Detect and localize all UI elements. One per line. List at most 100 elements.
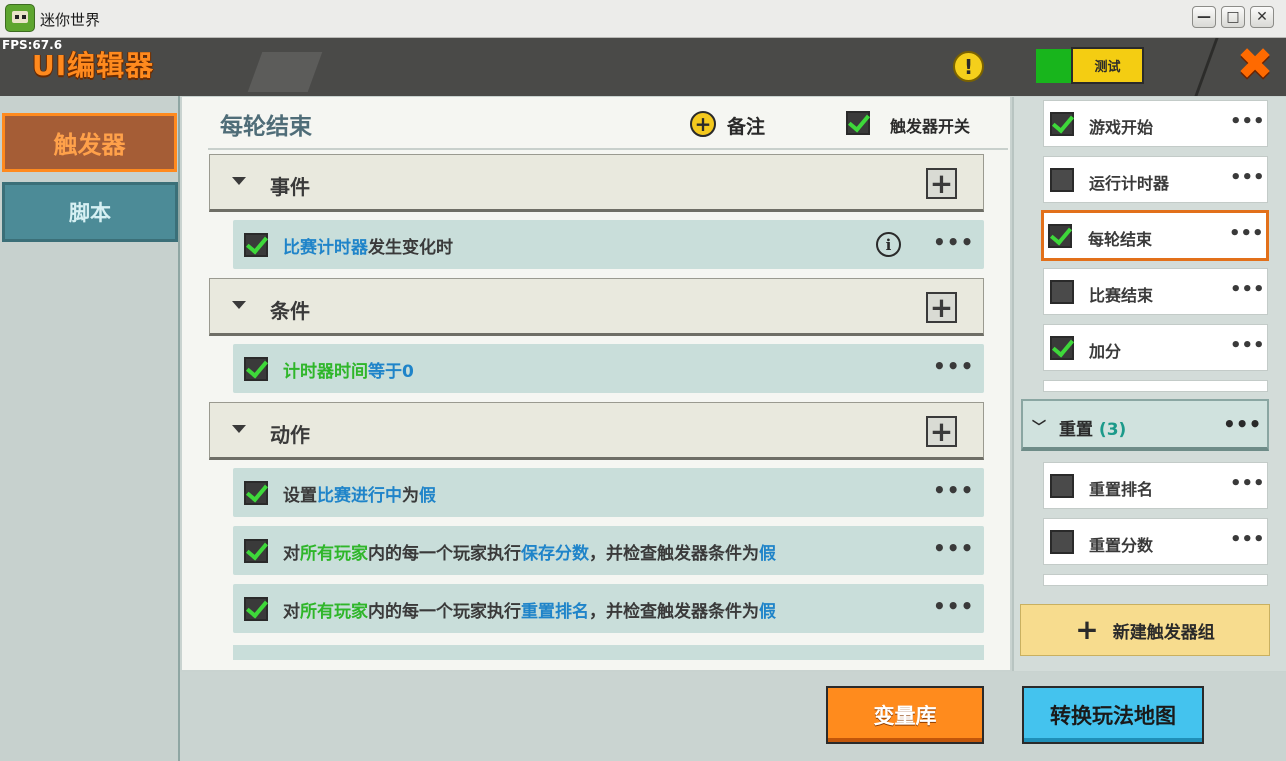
param-token[interactable]: 假 — [759, 544, 776, 564]
param-token[interactable]: 重置排名 — [521, 602, 589, 622]
section-label: 动作 — [270, 423, 310, 447]
trigger-list-item[interactable]: 比赛结束 ••• — [1043, 268, 1268, 315]
row-text: 对所有玩家内的每一个玩家执行重置排名，并检查触发器条件为假 — [283, 597, 776, 622]
row-checkbox[interactable] — [244, 597, 268, 625]
maximize-icon: □ — [1226, 9, 1240, 25]
check-icon — [1050, 112, 1074, 136]
maximize-button[interactable]: □ — [1221, 6, 1245, 28]
variable-library-button[interactable]: 变量库 — [826, 686, 984, 744]
warning-icon[interactable]: ! — [953, 51, 984, 82]
header-divider — [1194, 38, 1219, 96]
more-options-icon[interactable]: ••• — [1230, 279, 1265, 300]
checkbox-empty-icon — [1050, 280, 1074, 304]
param-token[interactable]: 比赛进行中 — [317, 486, 402, 506]
param-token[interactable]: 0 — [402, 362, 414, 382]
collapse-arrow-icon[interactable] — [232, 425, 246, 433]
more-options-icon[interactable]: ••• — [933, 230, 974, 254]
param-token[interactable]: 比赛计时器 — [283, 238, 368, 258]
tab-script[interactable]: 脚本 — [2, 182, 178, 242]
row-checkbox[interactable] — [244, 233, 268, 261]
minimize-button[interactable]: — — [1192, 6, 1216, 28]
collapse-arrow-icon[interactable] — [232, 301, 246, 309]
section-action[interactable]: 动作 + — [209, 402, 984, 460]
row-checkbox[interactable] — [244, 481, 268, 509]
more-options-icon[interactable]: ••• — [933, 536, 974, 560]
trigger-list-item-clipped[interactable] — [1043, 574, 1268, 586]
more-options-icon[interactable]: ••• — [1223, 412, 1261, 436]
info-icon[interactable]: i — [876, 232, 901, 257]
row-text: 对所有玩家内的每一个玩家执行保存分数，并检查触发器条件为假 — [283, 539, 776, 564]
event-row[interactable]: 比赛计时器发生变化时 i ••• — [233, 220, 984, 269]
param-token[interactable]: 所有玩家 — [300, 544, 368, 564]
param-token[interactable]: 所有玩家 — [300, 602, 368, 622]
trigger-list-item[interactable]: 加分 ••• — [1043, 324, 1268, 371]
item-checkbox[interactable] — [1050, 474, 1074, 502]
item-checkbox[interactable] — [1050, 336, 1074, 364]
more-options-icon[interactable]: ••• — [1230, 167, 1265, 188]
check-icon — [244, 481, 268, 505]
action-row-clipped[interactable] — [233, 645, 984, 660]
checkbox-empty-icon — [1050, 474, 1074, 498]
item-checkbox[interactable] — [1048, 224, 1072, 252]
add-condition-button[interactable]: + — [926, 292, 957, 323]
app-icon — [5, 4, 35, 32]
convert-map-button[interactable]: 转换玩法地图 — [1022, 686, 1204, 744]
more-options-icon[interactable]: ••• — [933, 478, 974, 502]
more-options-icon[interactable]: ••• — [1230, 473, 1265, 494]
param-token[interactable]: 计时器时间 — [283, 362, 368, 382]
item-checkbox[interactable] — [1050, 112, 1074, 140]
new-trigger-group-button[interactable]: + 新建触发器组 — [1020, 604, 1270, 656]
text-token: 内的每一个玩家执行 — [368, 602, 521, 622]
condition-row[interactable]: 计时器时间等于0 ••• — [233, 344, 984, 393]
add-note-label[interactable]: 备注 — [727, 112, 765, 139]
add-event-button[interactable]: + — [926, 168, 957, 199]
more-options-icon[interactable]: ••• — [1230, 335, 1265, 356]
trigger-switch-checkbox[interactable] — [846, 111, 870, 139]
more-options-icon[interactable]: ••• — [1230, 529, 1265, 550]
new-group-label: 新建触发器组 — [1112, 622, 1215, 643]
add-note-icon[interactable]: + — [690, 111, 716, 137]
item-label: 每轮结束 — [1088, 230, 1153, 249]
section-condition[interactable]: 条件 + — [209, 278, 984, 336]
item-checkbox[interactable] — [1050, 280, 1074, 308]
item-checkbox[interactable] — [1050, 168, 1074, 196]
collapse-arrow-icon[interactable] — [232, 177, 246, 185]
more-options-icon[interactable]: ••• — [933, 354, 974, 378]
text-token: ，并检查触发器条件为 — [589, 602, 759, 622]
section-event[interactable]: 事件 + — [209, 154, 984, 212]
close-icon[interactable]: ✖ — [1236, 43, 1274, 87]
trigger-list-item[interactable]: 游戏开始 ••• — [1043, 100, 1268, 147]
trigger-list-item[interactable]: 重置排名 ••• — [1043, 462, 1268, 509]
action-row[interactable]: 对所有玩家内的每一个玩家执行保存分数，并检查触发器条件为假 ••• — [233, 526, 984, 575]
tab-trigger[interactable]: 触发器 — [2, 113, 177, 172]
text-token: 发生变化时 — [368, 238, 453, 258]
row-checkbox[interactable] — [244, 357, 268, 385]
param-token[interactable]: 等于 — [368, 362, 402, 382]
action-row[interactable]: 设置比赛进行中为假 ••• — [233, 468, 984, 517]
trigger-group-reset[interactable]: ﹀ 重置 (3) ••• — [1021, 399, 1269, 451]
more-options-icon[interactable]: ••• — [933, 594, 974, 618]
row-checkbox[interactable] — [244, 539, 268, 567]
param-token[interactable]: 保存分数 — [521, 544, 589, 564]
action-row[interactable]: 对所有玩家内的每一个玩家执行重置排名，并检查触发器条件为假 ••• — [233, 584, 984, 633]
text-token: 内的每一个玩家执行 — [368, 544, 521, 564]
window-title-bar — [0, 0, 1286, 38]
trigger-switch-label: 触发器开关 — [890, 117, 971, 136]
chevron-down-icon[interactable]: ﹀ — [1032, 417, 1046, 437]
trigger-list-item[interactable]: 运行计时器 ••• — [1043, 156, 1268, 203]
param-token[interactable]: 假 — [419, 486, 436, 506]
test-button[interactable]: 测试 — [1071, 47, 1144, 84]
window-close-button[interactable]: ✕ — [1250, 6, 1274, 28]
more-options-icon[interactable]: ••• — [1230, 111, 1265, 132]
test-status-indicator — [1036, 49, 1071, 83]
more-options-icon[interactable]: ••• — [1229, 223, 1264, 244]
window-title: 迷你世界 — [40, 11, 101, 29]
param-token[interactable]: 假 — [759, 602, 776, 622]
text-token: 对 — [283, 544, 300, 564]
trigger-list-item[interactable]: 重置分数 ••• — [1043, 518, 1268, 565]
trigger-list-item-selected[interactable]: 每轮结束 ••• — [1041, 210, 1269, 261]
add-action-button[interactable]: + — [926, 416, 957, 447]
item-checkbox[interactable] — [1050, 530, 1074, 558]
trigger-list-item-clipped[interactable] — [1043, 380, 1268, 392]
window-close-icon: ✕ — [1256, 9, 1268, 25]
